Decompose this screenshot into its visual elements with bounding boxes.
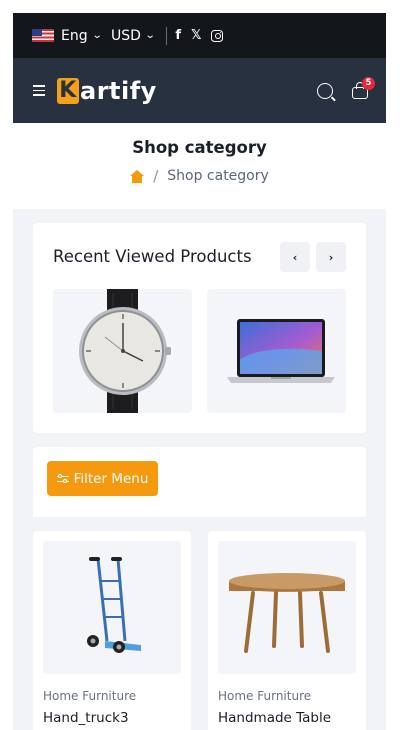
us-flag-icon [32,29,54,42]
carousel-prev-button[interactable]: ‹ [280,242,310,272]
filter-menu-button[interactable]: Filter Menu [47,461,158,496]
divider [166,26,168,45]
instagram-icon[interactable] [211,29,224,42]
language-label: Eng [61,27,88,44]
site-header: K artify 5 [13,58,386,123]
logo[interactable]: K artify [57,77,157,105]
hand-truck-image [87,557,141,653]
carousel-next-button[interactable]: › [316,242,346,272]
cart-button[interactable]: 5 [351,76,375,100]
cart-count-badge: 5 [362,76,375,90]
facebook-icon[interactable]: f [175,28,181,43]
recent-product-laptop[interactable] [207,289,346,413]
laptop-image [227,319,335,383]
filter-icon [56,473,69,484]
language-selector[interactable]: Eng ⌄ [32,27,103,44]
product-category: Home Furniture [43,689,137,703]
logo-mark: K [57,77,79,104]
currency-label: USD [111,27,141,44]
chevron-down-icon: ⌄ [144,30,156,41]
content-area: Recent Viewed Products ‹ › Filter Menu H… [13,209,386,730]
menu-icon[interactable] [33,85,45,96]
recent-viewed-card: Recent Viewed Products ‹ › [33,223,366,433]
table-image [229,573,345,653]
chevron-down-icon: ⌄ [91,30,103,41]
logo-text: artify [80,76,157,105]
currency-selector[interactable]: USD ⌄ [111,27,156,44]
filter-card: Filter Menu [33,447,366,517]
breadcrumb: / Shop category [13,167,386,185]
product-image[interactable] [218,541,356,674]
breadcrumb-current: Shop category [167,168,269,184]
product-image[interactable] [43,541,181,674]
product-name[interactable]: Handmade Table [218,710,331,726]
search-icon[interactable] [317,82,333,99]
top-bar: Eng ⌄ USD ⌄ f 𝕏 [13,13,386,58]
product-name[interactable]: Hand_truck3 [43,710,129,726]
recent-viewed-title: Recent Viewed Products [53,247,252,266]
page-frame: Eng ⌄ USD ⌄ f 𝕏 K artify 5 Shop category… [13,13,386,730]
header-actions: 5 [317,76,375,100]
breadcrumb-separator: / [153,167,159,185]
page-title: Shop category [132,138,267,157]
product-card[interactable]: Home Furniture Handmade Table ★★★★★ [208,531,366,730]
filter-menu-label: Filter Menu [73,470,149,487]
watch-image [79,289,171,413]
x-icon[interactable]: 𝕏 [191,28,201,43]
product-category: Home Furniture [218,689,312,703]
recent-product-watch[interactable] [53,289,192,413]
home-icon[interactable] [130,170,145,183]
social-links: f 𝕏 [175,28,224,43]
product-card[interactable]: Home Furniture Hand_truck3 ★★★★★ [33,531,191,730]
